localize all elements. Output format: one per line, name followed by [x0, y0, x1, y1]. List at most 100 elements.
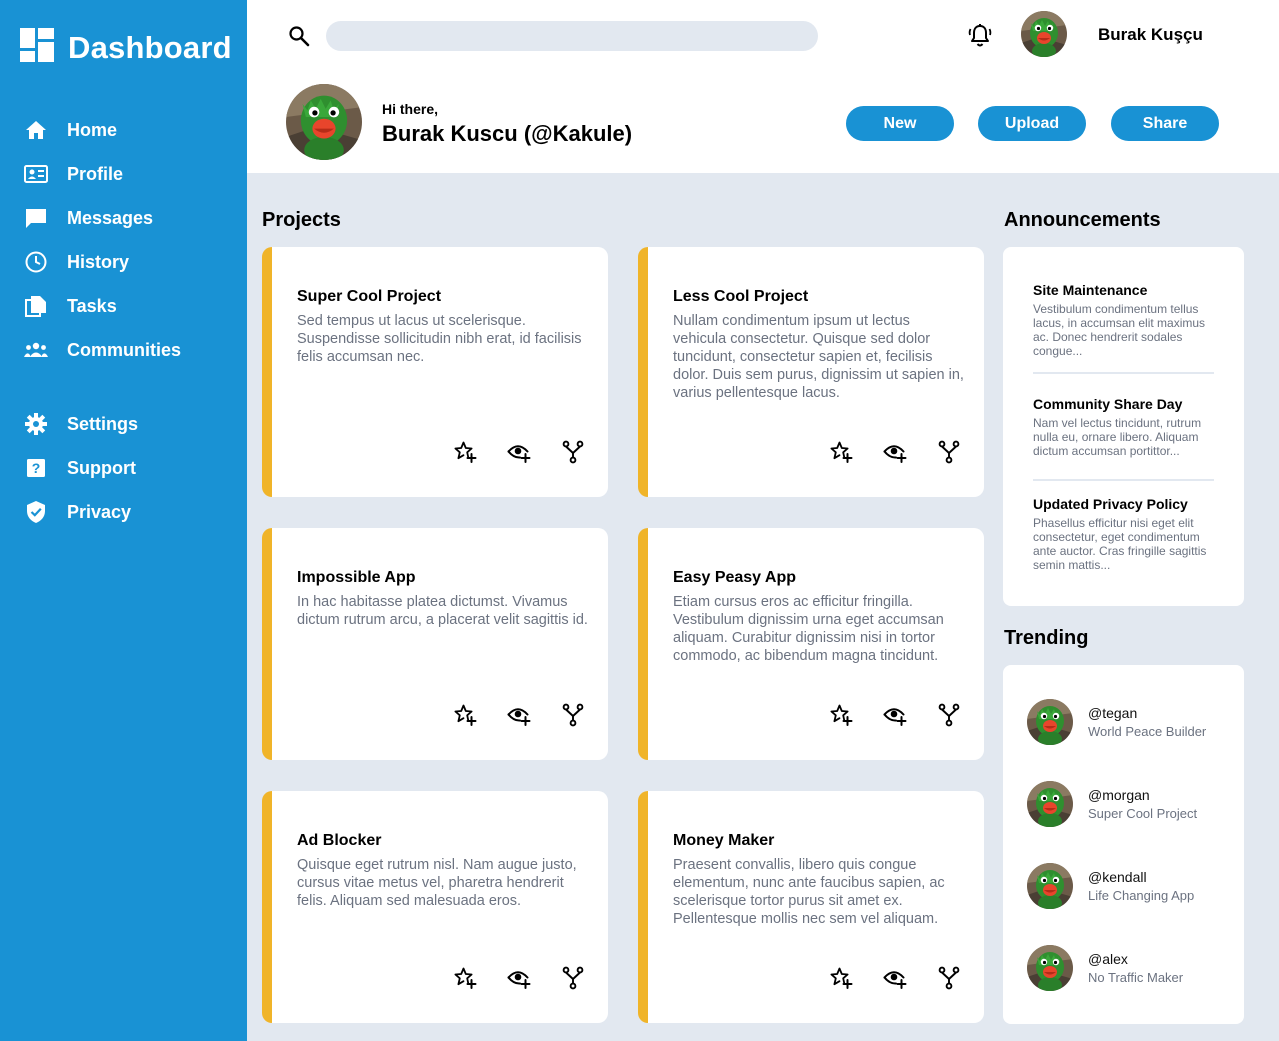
search-icon[interactable] [288, 25, 310, 47]
sidebar-item-privacy[interactable]: Privacy [24, 499, 131, 525]
trending-item[interactable]: @morgan Super Cool Project [1027, 781, 1197, 827]
header: Burak Kuşçu Hi there, Burak Kuscu (@Kaku… [247, 0, 1279, 173]
project-card[interactable]: Super Cool Project Sed tempus ut lacus u… [262, 247, 608, 497]
sidebar-item-label: Profile [67, 163, 124, 184]
fork-icon[interactable] [936, 702, 962, 728]
sidebar-item-label: Communities [67, 339, 182, 360]
star-add-icon[interactable] [828, 439, 854, 465]
project-title: Money Maker [673, 832, 775, 849]
fork-icon[interactable] [560, 702, 586, 728]
star-add-icon[interactable] [828, 965, 854, 991]
upload-button[interactable]: Upload [978, 106, 1086, 141]
trending-project: Life Changing App [1088, 888, 1195, 903]
shield-icon [24, 500, 48, 524]
watch-icon[interactable] [506, 702, 532, 728]
project-title: Super Cool Project [297, 288, 442, 305]
project-actions [828, 702, 962, 728]
sidebar-item-support[interactable]: ? Support [24, 455, 136, 481]
trending-project: Super Cool Project [1088, 806, 1198, 821]
trending-handle: @tegan [1088, 705, 1138, 721]
header-username[interactable]: Burak Kuşçu [1098, 25, 1203, 45]
announcements-title: Announcements [1004, 209, 1161, 231]
project-title: Ad Blocker [297, 832, 382, 849]
sidebar-item-label: History [67, 251, 130, 272]
star-add-icon[interactable] [452, 702, 478, 728]
announcement-title: Updated Privacy Policy [1033, 496, 1188, 512]
divider [1033, 372, 1214, 374]
sidebar-item-messages[interactable]: Messages [24, 205, 153, 231]
fork-icon[interactable] [936, 965, 962, 991]
announcement-body: Phasellus efficitur nisi eget elit conse… [1033, 516, 1207, 572]
new-button[interactable]: New [846, 106, 954, 141]
fork-icon[interactable] [936, 439, 962, 465]
project-actions [452, 702, 586, 728]
sidebar-item-history[interactable]: History [24, 249, 129, 275]
sidebar-item-label: Messages [67, 207, 154, 228]
search-input[interactable] [326, 21, 818, 51]
trending-item[interactable]: @tegan World Peace Builder [1027, 699, 1206, 745]
watch-icon[interactable] [882, 702, 908, 728]
project-card[interactable]: Ad Blocker Quisque eget rutrum nisl. Nam… [262, 791, 608, 1023]
project-actions [828, 965, 962, 991]
trending-item[interactable]: @kendall Life Changing App [1027, 863, 1194, 909]
sidebar: Dashboard Home Profile Messages History … [0, 0, 247, 1041]
watch-icon[interactable] [882, 439, 908, 465]
watch-icon[interactable] [506, 965, 532, 991]
fork-icon[interactable] [560, 439, 586, 465]
trending-handle: @kendall [1088, 869, 1147, 885]
announcements-panel: Site Maintenance Vestibulum condimentum … [1003, 247, 1244, 606]
project-actions [452, 439, 586, 465]
brand[interactable]: Dashboard [20, 28, 232, 67]
watch-icon[interactable] [506, 439, 532, 465]
project-description: Sed tempus ut lacus ut scelerisque. Susp… [297, 313, 582, 365]
sidebar-item-settings[interactable]: Settings [24, 411, 138, 437]
announcement-item[interactable]: Community Share Day Nam vel lectus tinci… [1033, 396, 1214, 458]
sidebar-item-label: Support [67, 457, 136, 478]
project-actions [828, 439, 962, 465]
sidebar-item-label: Settings [67, 413, 139, 434]
announcement-title: Community Share Day [1033, 396, 1183, 412]
sidebar-item-tasks[interactable]: Tasks [24, 293, 117, 319]
sidebar-item-home[interactable]: Home [24, 117, 117, 143]
fork-icon[interactable] [560, 965, 586, 991]
sidebar-item-profile[interactable]: Profile [24, 161, 123, 187]
greeting: Hi there, [382, 101, 439, 117]
gear-icon [24, 412, 48, 436]
project-actions [452, 965, 586, 991]
sidebar-item-label: Privacy [67, 501, 132, 522]
help-icon: ? [24, 456, 48, 480]
project-card[interactable]: Impossible App In hac habitasse platea d… [262, 528, 608, 760]
project-description: Etiam cursus eros ac efficitur fringilla… [673, 594, 944, 664]
star-add-icon[interactable] [828, 702, 854, 728]
project-description: Praesent convallis, libero quis congue e… [673, 857, 945, 927]
sidebar-item-communities[interactable]: Communities [24, 337, 181, 363]
project-title: Easy Peasy App [673, 569, 797, 586]
trending-project: No Traffic Maker [1088, 970, 1184, 985]
project-title: Impossible App [297, 569, 416, 586]
project-card[interactable]: Less Cool Project Nullam condimentum ips… [638, 247, 984, 497]
star-add-icon[interactable] [452, 965, 478, 991]
avatar [1027, 945, 1073, 991]
project-card[interactable]: Easy Peasy App Etiam cursus eros ac effi… [638, 528, 984, 760]
watch-icon[interactable] [882, 965, 908, 991]
announcement-body: Nam vel lectus tincidunt, rutrum nulla e… [1033, 416, 1202, 458]
project-card[interactable]: Money Maker Praesent convallis, libero q… [638, 791, 984, 1023]
trending-handle: @alex [1088, 951, 1128, 967]
trending-title: Trending [1004, 627, 1089, 649]
clock-icon [24, 250, 48, 274]
profile-fullname: Burak Kuscu (@Kakule) [382, 121, 633, 146]
trending-item[interactable]: @alex No Traffic Maker [1027, 945, 1183, 991]
announcement-body: Vestibulum condimentum tellus lacus, in … [1033, 302, 1206, 358]
announcement-item[interactable]: Site Maintenance Vestibulum condimentum … [1033, 282, 1214, 358]
project-description: In hac habitasse platea dictumst. Vivamu… [297, 594, 588, 628]
sidebar-item-label: Tasks [67, 295, 117, 316]
announcement-item[interactable]: Updated Privacy Policy Phasellus efficit… [1033, 496, 1214, 572]
share-button[interactable]: Share [1111, 106, 1219, 141]
trending-project: World Peace Builder [1088, 724, 1207, 739]
star-add-icon[interactable] [452, 439, 478, 465]
project-description: Quisque eget rutrum nisl. Nam augue just… [297, 857, 577, 909]
bell-icon[interactable] [967, 23, 993, 49]
avatar[interactable] [1021, 11, 1067, 57]
avatar [1027, 781, 1073, 827]
divider [1033, 479, 1214, 481]
